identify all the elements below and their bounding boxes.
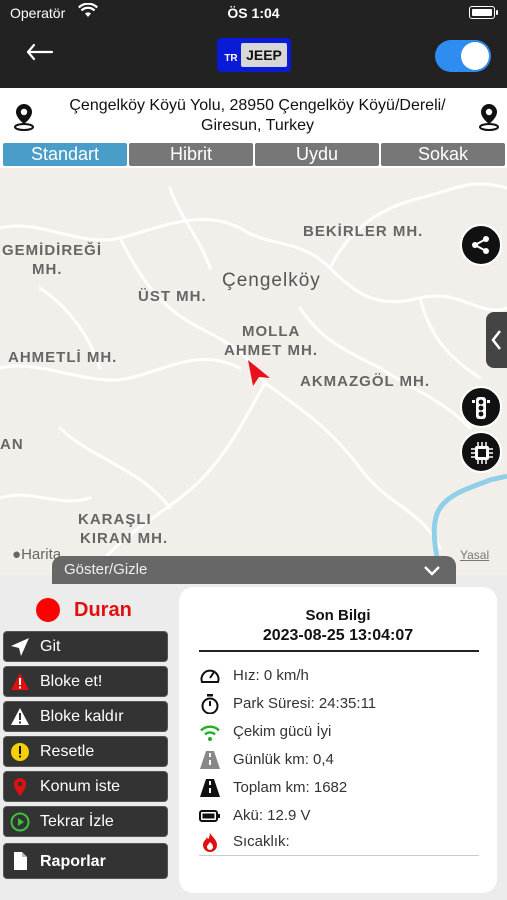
info-row-speed: Hız: 0 km/h (199, 664, 479, 688)
map-label: AHMETLİ MH. (8, 349, 118, 366)
tracking-toggle[interactable] (435, 40, 491, 72)
unblock-button[interactable]: Bloke kaldır (3, 701, 168, 732)
toggle-knob (461, 42, 489, 70)
card-title: Son Bilgi (305, 607, 371, 624)
status-bar: Operatör ÖS 1:04 (0, 0, 507, 26)
map-type-tabs: Standart Hibrit Uydu Sokak (0, 141, 507, 168)
reset-button-label: Resetle (40, 743, 95, 760)
address-text: Çengelköy Köyü Yolu, 28950 Çengelköy Köy… (69, 97, 446, 134)
show-hide-toggle[interactable]: Göster/Gizle (52, 556, 456, 584)
share-button[interactable] (460, 224, 502, 266)
warning-white-icon (11, 708, 29, 725)
map-view[interactable]: BEKİRLER MH. GEMİDİREĞİ MH. Çengelköy ÜS… (0, 168, 507, 575)
request-location-button[interactable]: Konum iste (3, 771, 168, 802)
reports-button-label: Raporlar (40, 853, 106, 870)
show-hide-label: Göster/Gizle (64, 561, 148, 578)
map-label: AN (0, 436, 24, 453)
map-label: KIRAN MH. (80, 530, 169, 547)
battery-icon (469, 6, 498, 19)
card-divider (199, 650, 479, 652)
map-label: GEMİDİREĞİ (2, 242, 103, 259)
chevron-down-icon (424, 566, 440, 576)
reset-button[interactable]: Resetle (3, 736, 168, 767)
share-icon (472, 236, 489, 254)
send-icon (11, 638, 29, 656)
side-panel-handle[interactable] (486, 312, 507, 368)
go-button-label: Git (40, 638, 61, 655)
location-pin-icon (14, 778, 26, 796)
map-chip-button[interactable] (460, 431, 502, 473)
temperature-text: Sıcaklık: (233, 833, 290, 850)
daily-km-text: Günlük km: 0,4 (233, 751, 334, 768)
exclamation-yellow-icon (11, 743, 29, 761)
traffic-button[interactable] (460, 386, 502, 428)
logo-prefix: TR (224, 53, 238, 64)
back-button[interactable] (22, 40, 62, 70)
map-label: KARAŞLI (78, 511, 152, 528)
wifi-signal-icon (200, 725, 220, 741)
status-dot (36, 598, 60, 622)
highway-icon (200, 779, 220, 797)
go-button[interactable]: Git (3, 631, 168, 662)
card-datetime: 2023-08-25 13:04:07 (262, 627, 414, 644)
back-arrow-icon (26, 43, 54, 61)
stopwatch-icon (201, 694, 219, 714)
road-icon (200, 751, 220, 769)
map-label: ÜST MH. (138, 288, 207, 305)
document-icon (14, 852, 27, 870)
location-pin-icon[interactable] (478, 102, 500, 132)
tab-hibrit[interactable]: Hibrit (129, 143, 253, 166)
replay-icon (10, 812, 30, 832)
map-label: MOLLA (242, 323, 301, 340)
info-row-park-time: Park Süresi: 24:35:11 (199, 692, 479, 716)
warning-red-icon (11, 673, 29, 690)
tab-sokak[interactable]: Sokak (381, 143, 505, 166)
map-label: MH. (32, 261, 63, 278)
apple-icon: ● (12, 546, 22, 563)
info-row-daily-km: Günlük km: 0,4 (199, 748, 479, 772)
tab-uydu[interactable]: Uydu (255, 143, 379, 166)
speedometer-icon (200, 669, 220, 683)
total-km-text: Toplam km: 1682 (233, 779, 348, 796)
reports-button[interactable]: Raporlar (3, 843, 168, 879)
map-label: Çengelköy (222, 270, 321, 291)
address-bar: Çengelköy Köyü Yolu, 28950 Çengelköy Köy… (0, 88, 507, 141)
block-button[interactable]: Bloke et! (3, 666, 168, 697)
info-row-battery: Akü: 12.9 V (199, 804, 479, 828)
tab-standart[interactable]: Standart (3, 143, 127, 166)
replay-button-label: Tekrar İzle (40, 813, 114, 830)
battery-icon (199, 810, 220, 822)
last-info-card: Son Bilgi 2023-08-25 13:04:07 Hız: 0 km/… (179, 587, 497, 893)
request-location-label: Konum iste (40, 778, 121, 795)
app-logo: TR JEEP (217, 38, 291, 72)
replay-button[interactable]: Tekrar İzle (3, 806, 168, 837)
traffic-light-icon (472, 397, 490, 419)
speed-text: Hız: 0 km/h (233, 667, 309, 684)
info-row-signal: Çekim gücü İyi (199, 720, 479, 744)
info-row-temperature: Sıcaklık: (199, 830, 479, 856)
unblock-button-label: Bloke kaldır (40, 708, 124, 725)
map-label: AKMAZGÖL MH. (300, 373, 431, 390)
map-label: BEKİRLER MH. (303, 223, 424, 240)
bottom-panel: Duran Git Bloke et! Bloke kaldır Resetle… (0, 584, 507, 900)
clock: ÖS 1:04 (227, 5, 280, 21)
logo-text: JEEP (241, 43, 287, 67)
vehicle-location-marker[interactable] (246, 358, 272, 393)
location-pin-icon[interactable] (13, 102, 35, 132)
flame-icon (203, 833, 217, 852)
chevron-left-icon (491, 330, 501, 350)
signal-text: Çekim gücü İyi (233, 723, 332, 740)
park-time-text: Park Süresi: 24:35:11 (233, 695, 377, 712)
battery-text: Akü: 12.9 V (233, 807, 311, 824)
info-row-total-km: Toplam km: 1682 (199, 776, 479, 800)
status-label: Duran (74, 599, 132, 621)
block-button-label: Bloke et! (40, 673, 103, 690)
legal-link[interactable]: Yasal (460, 548, 489, 562)
nav-bar: TR JEEP (0, 26, 507, 88)
chip-icon (471, 442, 493, 464)
